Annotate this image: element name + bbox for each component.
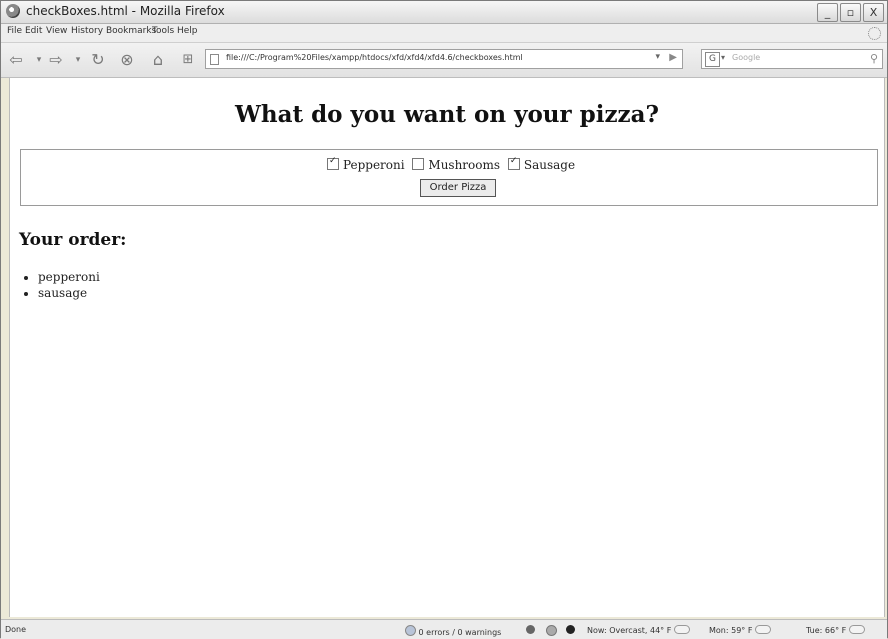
topping-form: Pepperoni Mushrooms Sausage Order Pizza bbox=[20, 149, 878, 206]
weather-now-text: Now: Overcast, 44° F bbox=[587, 626, 672, 635]
menu-file[interactable]: File bbox=[7, 26, 22, 36]
page-content: What do you want on your pizza? Pepperon… bbox=[9, 78, 885, 617]
status-bar: Done 0 errors / 0 warnings Now: Overcast… bbox=[1, 619, 887, 639]
sausage-checkbox[interactable] bbox=[507, 156, 520, 170]
stop-icon[interactable]: ⊗ bbox=[116, 50, 138, 70]
page-heading: What do you want on your pizza? bbox=[235, 101, 659, 128]
home-icon[interactable]: ⌂ bbox=[147, 50, 169, 70]
cloud-icon bbox=[673, 625, 690, 634]
mushrooms-label: Mushrooms bbox=[428, 158, 501, 172]
record-icon[interactable] bbox=[566, 625, 575, 634]
address-dropdown-icon[interactable]: ▾ bbox=[655, 52, 660, 62]
cloud-icon bbox=[754, 625, 771, 634]
address-url[interactable]: file:///C:/Program%20Files/xampp/htdocs/… bbox=[226, 53, 523, 62]
weather-tue: Tue: 66° F bbox=[806, 625, 865, 635]
mushrooms-checkbox[interactable] bbox=[412, 158, 425, 170]
navigation-toolbar: ⇦ ▾ ⇨ ▾ ↻ ⊗ ⌂ ⊞ file:///C:/Program%20Fil… bbox=[1, 43, 887, 78]
check-icon bbox=[405, 625, 416, 636]
gear-icon[interactable] bbox=[546, 625, 557, 636]
cloud-icon bbox=[848, 625, 865, 634]
reload-icon[interactable]: ↻ bbox=[87, 50, 109, 70]
weather-mon-text: Mon: 59° F bbox=[709, 626, 753, 635]
menu-bookmarks[interactable]: Bookmarks bbox=[106, 26, 156, 36]
activity-throbber-icon bbox=[868, 27, 881, 40]
search-input[interactable]: Google bbox=[732, 53, 760, 62]
status-text: Done bbox=[5, 625, 27, 634]
address-bar[interactable]: file:///C:/Program%20Files/xampp/htdocs/… bbox=[205, 49, 683, 69]
weather-mon: Mon: 59° F bbox=[709, 625, 771, 635]
search-engine-icon[interactable]: G bbox=[705, 52, 720, 67]
pepperoni-label: Pepperoni bbox=[342, 158, 405, 172]
search-engine-dropdown-icon[interactable]: ▾ bbox=[721, 53, 725, 62]
firefox-app-icon bbox=[6, 4, 20, 18]
menu-edit[interactable]: Edit bbox=[25, 26, 42, 36]
restore-button[interactable]: ▫ bbox=[840, 3, 861, 22]
search-icon[interactable]: ⚲ bbox=[870, 52, 878, 65]
new-tab-icon[interactable]: ⊞ bbox=[177, 50, 199, 70]
minimize-button[interactable]: _ bbox=[817, 3, 838, 22]
list-item: pepperoni bbox=[38, 269, 100, 285]
pepperoni-checkbox[interactable] bbox=[326, 156, 339, 170]
close-button[interactable]: X bbox=[863, 3, 884, 22]
order-heading: Your order: bbox=[19, 230, 127, 250]
go-arrow-icon[interactable]: ▶ bbox=[669, 52, 677, 63]
forward-arrow-icon[interactable]: ⇨ bbox=[45, 50, 67, 70]
list-item: sausage bbox=[38, 285, 100, 301]
window-controls: _ ▫ X bbox=[817, 3, 884, 22]
browser-window: checkBoxes.html - Mozilla Firefox _ ▫ X … bbox=[0, 0, 888, 639]
title-bar: checkBoxes.html - Mozilla Firefox _ ▫ X bbox=[1, 1, 887, 24]
window-title: checkBoxes.html - Mozilla Firefox bbox=[26, 4, 225, 18]
back-arrow-icon[interactable]: ⇦ bbox=[5, 50, 27, 70]
weather-tue-text: Tue: 66° F bbox=[806, 626, 847, 635]
weather-now: Now: Overcast, 44° F bbox=[587, 625, 690, 635]
menu-history[interactable]: History bbox=[71, 26, 103, 36]
menu-tools[interactable]: Tools bbox=[152, 26, 174, 36]
menu-bar: File Edit View History Bookmarks Tools H… bbox=[1, 24, 887, 43]
addon-icon[interactable] bbox=[526, 625, 535, 634]
order-pizza-button[interactable]: Order Pizza bbox=[420, 179, 496, 197]
forward-history-dropdown-icon[interactable]: ▾ bbox=[67, 50, 89, 70]
menu-view[interactable]: View bbox=[46, 26, 67, 36]
search-box[interactable]: G ▾ Google ⚲ bbox=[701, 49, 883, 69]
error-console-status[interactable]: 0 errors / 0 warnings bbox=[405, 625, 501, 637]
menu-help[interactable]: Help bbox=[177, 26, 198, 36]
errors-warnings-text: 0 errors / 0 warnings bbox=[418, 628, 502, 637]
order-list: pepperoni sausage bbox=[22, 269, 100, 301]
topping-checkboxes: Pepperoni Mushrooms Sausage bbox=[21, 156, 877, 172]
page-favicon-icon bbox=[210, 54, 219, 65]
sausage-label: Sausage bbox=[523, 158, 576, 172]
